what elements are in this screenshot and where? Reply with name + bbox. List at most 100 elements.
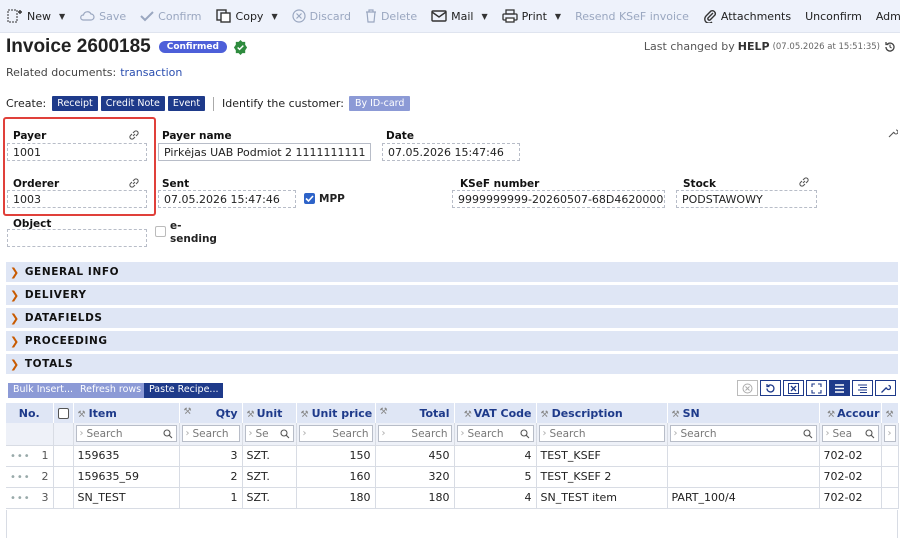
grid-settings-button[interactable] — [875, 380, 896, 396]
resend-ksef-button[interactable]: Resend KSeF invoice — [568, 0, 696, 33]
section-datafields[interactable]: ❯ DATAFIELDS — [6, 308, 898, 328]
mpp-checkbox[interactable] — [304, 193, 315, 204]
row-qty[interactable]: 1 — [179, 487, 243, 509]
row-vat-code[interactable]: 5 — [454, 466, 537, 488]
row-sn[interactable] — [667, 445, 820, 467]
search-item-input[interactable]: › Search — [75, 425, 177, 443]
select-all-checkbox[interactable] — [57, 408, 69, 419]
row-account[interactable]: 702-02 — [819, 466, 882, 488]
row-total[interactable]: 320 — [375, 466, 455, 488]
col-total[interactable]: ⚒ Total — [375, 403, 455, 423]
row-vat-code[interactable]: 4 — [454, 445, 537, 467]
row-sn[interactable]: PART_100/4 — [667, 487, 820, 509]
table-row[interactable]: ••• 2 159635_59 2 SZT. 160 320 5 TEST_KSE… — [6, 466, 899, 488]
ksef-input[interactable]: 9999999999-20260507-68D462000000 — [452, 190, 665, 208]
search-price-input[interactable]: › Search — [298, 425, 373, 443]
search-extra-input[interactable]: › — [883, 425, 896, 443]
attachments-button[interactable]: Attachments — [696, 0, 798, 33]
section-delivery[interactable]: ❯ DELIVERY — [6, 285, 898, 305]
event-button[interactable]: Event — [167, 96, 206, 111]
mail-button[interactable]: Mail ▼ — [424, 0, 495, 33]
chevron-down-icon[interactable]: ▼ — [59, 12, 65, 21]
settings-wrench-icon[interactable] — [888, 128, 898, 138]
section-proceeding[interactable]: ❯ PROCEEDING — [6, 331, 898, 351]
discard-button[interactable]: Discard — [285, 0, 358, 33]
compact-view-button[interactable] — [852, 380, 873, 396]
row-select-cell[interactable] — [53, 487, 74, 509]
col-item[interactable]: ⚒ Item — [73, 403, 180, 423]
copy-button[interactable]: Copy ▼ — [209, 0, 285, 33]
row-menu-icon[interactable]: ••• — [10, 493, 31, 504]
row-vat-code[interactable]: 4 — [454, 487, 537, 509]
search-total-input[interactable]: › Search — [377, 425, 452, 443]
stock-input[interactable]: PODSTAWOWY — [676, 190, 817, 208]
row-unit[interactable]: SZT. — [242, 466, 297, 488]
row-account[interactable]: 702-02 — [819, 487, 882, 509]
row-total[interactable]: 450 — [375, 445, 455, 467]
col-unit[interactable]: ⚒ Unit — [242, 403, 297, 423]
object-input[interactable] — [7, 229, 147, 247]
history-icon[interactable] — [884, 41, 896, 53]
row-select-cell[interactable] — [53, 466, 74, 488]
row-description[interactable]: TEST_KSEF 2 — [536, 466, 668, 488]
credit-note-button[interactable]: Credit Note — [100, 96, 165, 111]
wrench-icon[interactable]: ⚒ — [885, 410, 893, 420]
search-unit-input[interactable]: › Se — [244, 425, 294, 443]
excel-export-button[interactable] — [783, 380, 804, 396]
row-qty[interactable]: 3 — [179, 445, 243, 467]
row-qty[interactable]: 2 — [179, 466, 243, 488]
row-sn[interactable] — [667, 466, 820, 488]
e-sending-checkbox[interactable] — [155, 226, 166, 237]
new-button[interactable]: New ▼ — [0, 0, 72, 33]
col-unit-price[interactable]: ⚒ Unit price — [296, 403, 376, 423]
row-select-cell[interactable] — [53, 445, 74, 467]
row-description[interactable]: TEST_KSEF — [536, 445, 668, 467]
search-qty-input[interactable]: › Search — [181, 425, 240, 443]
table-row[interactable]: ••• 1 159635 3 SZT. 150 450 4 TEST_KSEF 7… — [6, 445, 899, 467]
undo-button[interactable] — [760, 380, 781, 396]
row-unit[interactable]: SZT. — [242, 445, 297, 467]
print-button[interactable]: Print ▼ — [495, 0, 568, 33]
chevron-down-icon[interactable]: ▼ — [555, 12, 561, 21]
unconfirm-button[interactable]: Unconfirm — [798, 0, 869, 33]
delete-button[interactable]: Delete — [358, 0, 424, 33]
payer-name-input[interactable]: Pirkėjas UAB Podmiot 2 1111111111 — [158, 143, 371, 161]
transaction-link[interactable]: transaction — [120, 66, 182, 79]
section-totals[interactable]: ❯ TOTALS — [6, 354, 898, 374]
section-general-info[interactable]: ❯ GENERAL INFO — [6, 262, 898, 282]
sent-input[interactable]: 07.05.2026 15:47:46 — [158, 190, 296, 208]
col-description[interactable]: ⚒ Description — [536, 403, 668, 423]
row-unit[interactable]: SZT. — [242, 487, 297, 509]
search-vat-input[interactable]: › Search — [456, 425, 534, 443]
col-qty[interactable]: ⚒ Qty — [179, 403, 243, 423]
table-row[interactable]: ••• 3 SN_TEST 1 SZT. 180 180 4 SN_TEST it… — [6, 487, 899, 509]
row-menu-icon[interactable]: ••• — [10, 451, 31, 462]
row-item[interactable]: 159635_59 — [73, 466, 180, 488]
search-sn-input[interactable]: › Search — [669, 425, 817, 443]
col-no[interactable]: No. — [6, 403, 54, 423]
bulk-insert-button[interactable]: Bulk Insert... — [8, 383, 79, 398]
by-id-card-button[interactable]: By ID-card — [348, 96, 411, 111]
link-icon[interactable] — [798, 176, 810, 188]
search-account-input[interactable]: › Sea — [821, 425, 879, 443]
confirm-button[interactable]: Confirm — [133, 0, 208, 33]
row-unit-price[interactable]: 150 — [296, 445, 376, 467]
col-vat-code[interactable]: ⚒ VAT Code — [454, 403, 537, 423]
chevron-down-icon[interactable]: ▼ — [271, 12, 277, 21]
expand-button[interactable] — [806, 380, 827, 396]
save-button[interactable]: Save — [72, 0, 133, 33]
row-total[interactable]: 180 — [375, 487, 455, 509]
list-view-button[interactable] — [829, 380, 850, 396]
row-unit-price[interactable]: 160 — [296, 466, 376, 488]
chevron-down-icon[interactable]: ▼ — [481, 12, 487, 21]
col-account[interactable]: ⚒ Accour — [819, 403, 882, 423]
date-input[interactable]: 07.05.2026 15:47:46 — [382, 143, 520, 161]
row-item[interactable]: SN_TEST — [73, 487, 180, 509]
paste-recipe-button[interactable]: Paste Recipe... — [144, 383, 224, 398]
row-account[interactable]: 702-02 — [819, 445, 882, 467]
admin-button[interactable]: Adm — [869, 0, 900, 33]
row-menu-icon[interactable]: ••• — [10, 472, 31, 483]
refresh-rows-button[interactable]: Refresh rows — [75, 383, 147, 398]
clear-filter-button[interactable] — [737, 380, 758, 396]
search-description-input[interactable]: › Search — [538, 425, 665, 443]
